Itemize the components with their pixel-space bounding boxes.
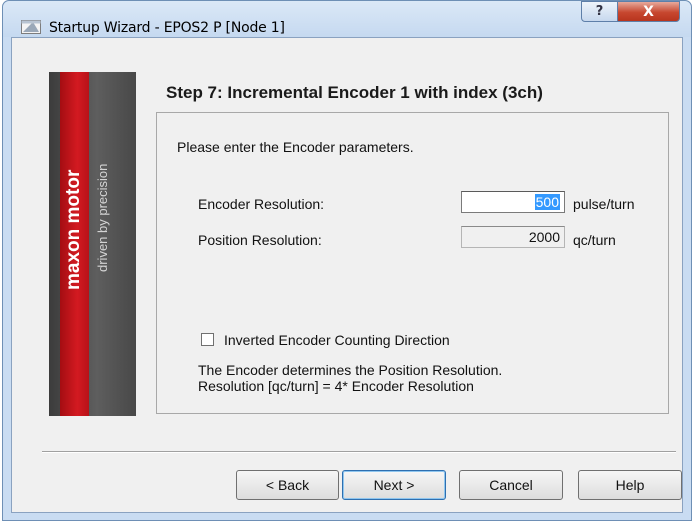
titlebar-help-button[interactable]: ? [581,1,618,22]
window-title: Startup Wizard - EPOS2 P [Node 1] [49,20,285,36]
question-mark-icon: ? [595,4,604,19]
help-button[interactable]: Help [578,470,682,500]
close-icon: X [643,3,654,20]
window-close-button[interactable]: X [617,1,680,22]
button-separator [42,451,676,453]
step-title: Step 7: Incremental Encoder 1 with index… [166,83,543,102]
inverted-direction-checkbox[interactable] [201,333,214,346]
encoder-resolution-value: 500 [534,194,560,210]
banner-tagline-text: driven by precision [95,163,110,272]
resolution-note-line2: Resolution [qc/turn] = 4* Encoder Resolu… [198,378,474,394]
back-button[interactable]: < Back [236,470,339,500]
encoder-parameters-panel: Please enter the Encoder parameters. Enc… [156,112,669,414]
encoder-resolution-unit: pulse/turn [573,196,635,212]
encoder-resolution-label: Encoder Resolution: [198,196,325,212]
wizard-app-icon [21,20,41,34]
intro-text: Please enter the Encoder parameters. [177,139,414,155]
resolution-note-line1: The Encoder determines the Position Reso… [198,362,503,378]
wizard-client-area: maxon motor driven by precision Step 7: … [11,37,683,513]
title-bar[interactable]: Startup Wizard - EPOS2 P [Node 1] ? X [3,1,691,37]
inverted-direction-label[interactable]: Inverted Encoder Counting Direction [224,332,450,348]
position-resolution-label: Position Resolution: [198,232,322,248]
banner-brand-text: maxon motor [63,169,84,290]
position-resolution-unit: qc/turn [573,232,616,248]
cancel-button[interactable]: Cancel [459,470,563,500]
next-button[interactable]: Next > [342,470,446,500]
maxon-motor-logo-banner: maxon motor driven by precision [49,72,136,416]
encoder-resolution-input[interactable]: 500 [461,191,565,213]
startup-wizard-window: Startup Wizard - EPOS2 P [Node 1] ? X ma… [2,0,692,521]
position-resolution-field: 2000 [461,226,565,248]
